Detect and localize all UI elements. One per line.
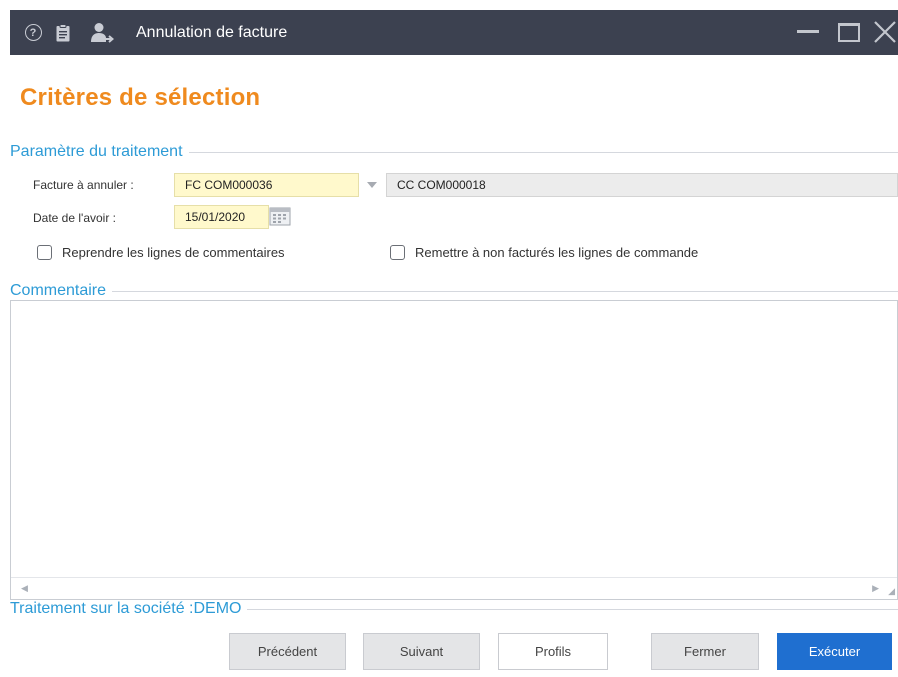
minimize-icon[interactable] xyxy=(797,30,819,33)
calendar-icon[interactable] xyxy=(269,206,291,226)
scroll-left-icon[interactable]: ◀ xyxy=(21,583,28,594)
date-field[interactable]: 15/01/2020 xyxy=(174,205,269,229)
uninvoice-checkbox[interactable] xyxy=(390,244,405,260)
horizontal-scrollbar[interactable]: ◀ ▶ ◢ xyxy=(11,577,897,599)
invoice-field[interactable]: FC COM000036 xyxy=(174,173,359,197)
invoice-dropdown-arrow[interactable] xyxy=(358,173,386,197)
comment-section-header: Commentaire xyxy=(10,282,898,300)
resize-grip-icon[interactable]: ◢ xyxy=(888,586,895,597)
company-section-header: Traitement sur la société :DEMO xyxy=(10,600,898,618)
comment-section-divider xyxy=(10,291,898,292)
uninvoice-checkbox-label: Remettre à non facturés les lignes de co… xyxy=(415,244,699,260)
comments-checkbox-label: Reprendre les lignes de commentaires xyxy=(62,244,285,260)
comments-checkbox-row[interactable]: Reprendre les lignes de commentaires xyxy=(37,243,285,261)
close-icon[interactable] xyxy=(873,20,897,44)
comment-section-title: Commentaire xyxy=(10,282,113,300)
comment-textarea[interactable]: ◀ ▶ ◢ xyxy=(10,300,898,600)
profiles-button[interactable]: Profils xyxy=(498,633,608,670)
company-section-title: Traitement sur la société :DEMO xyxy=(10,600,248,618)
invoice-label: Facture à annuler : xyxy=(33,178,134,192)
next-button[interactable]: Suivant xyxy=(363,633,480,670)
uninvoice-checkbox-row[interactable]: Remettre à non facturés les lignes de co… xyxy=(390,243,698,261)
scroll-right-icon[interactable]: ▶ xyxy=(872,583,879,594)
user-icon[interactable] xyxy=(90,10,114,55)
maximize-icon[interactable] xyxy=(838,23,860,42)
page-title: Critères de sélection xyxy=(20,84,261,111)
comments-checkbox[interactable] xyxy=(37,244,52,260)
date-label: Date de l'avoir : xyxy=(33,211,116,225)
window-title: Annulation de facture xyxy=(136,24,288,41)
execute-button[interactable]: Exécuter xyxy=(777,633,892,670)
params-section-header: Paramètre du traitement xyxy=(10,143,898,161)
chevron-down-icon xyxy=(367,182,377,188)
window-titlebar: ? Annulation de facture xyxy=(10,10,898,55)
order-field: CC COM000018 xyxy=(386,173,898,197)
close-button[interactable]: Fermer xyxy=(651,633,759,670)
previous-button[interactable]: Précédent xyxy=(229,633,346,670)
params-section-title: Paramètre du traitement xyxy=(10,143,189,161)
help-icon[interactable]: ? xyxy=(22,10,44,55)
clipboard-icon[interactable] xyxy=(54,10,72,55)
help-icon-glyph: ? xyxy=(24,24,42,41)
